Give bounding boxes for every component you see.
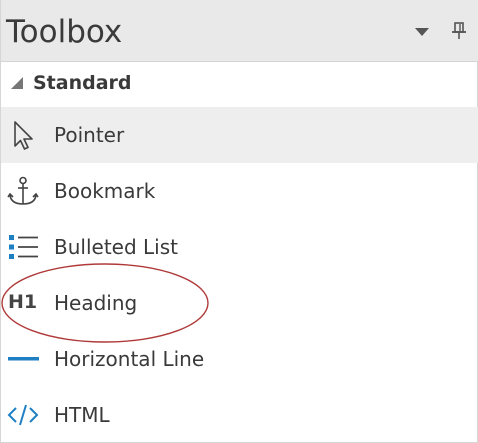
- toolbox-item-pointer[interactable]: Pointer: [1, 107, 478, 163]
- pointer-icon: [14, 121, 33, 150]
- toolbox-titlebar: Toolbox: [1, 0, 478, 62]
- pin-icon: [452, 22, 466, 39]
- item-label: Bookmark: [54, 179, 156, 203]
- bulleted-list-icon: [9, 235, 38, 259]
- expanded-triangle-icon: [11, 77, 23, 89]
- toolbox-item-heading[interactable]: H1 Heading: [1, 275, 478, 331]
- section-label: Standard: [33, 72, 132, 94]
- toolbox-item-horizontal-line[interactable]: Horizontal Line: [1, 331, 478, 387]
- toolbox-panel: Toolbox Standard Pointer Bookmark Bullet…: [0, 0, 478, 443]
- horizontal-line-icon: [8, 357, 39, 361]
- section-header-standard[interactable]: Standard: [1, 62, 478, 104]
- item-label: Bulleted List: [54, 235, 178, 259]
- item-label: HTML: [54, 403, 110, 427]
- panel-title: Toolbox: [6, 14, 123, 50]
- pin-button[interactable]: [448, 20, 470, 42]
- item-label: Heading: [54, 291, 138, 315]
- anchor-icon: [7, 176, 39, 205]
- toolbox-item-bookmark[interactable]: Bookmark: [1, 163, 478, 219]
- item-label: Pointer: [54, 123, 125, 147]
- toolbox-item-bulleted-list[interactable]: Bulleted List: [1, 219, 478, 275]
- heading-icon: H1: [8, 291, 38, 313]
- chevron-down-icon: [415, 28, 429, 36]
- toolbox-item-html[interactable]: HTML: [1, 387, 478, 443]
- item-label: Horizontal Line: [54, 347, 205, 371]
- html-code-icon: [7, 404, 39, 426]
- window-menu-button[interactable]: [411, 20, 433, 42]
